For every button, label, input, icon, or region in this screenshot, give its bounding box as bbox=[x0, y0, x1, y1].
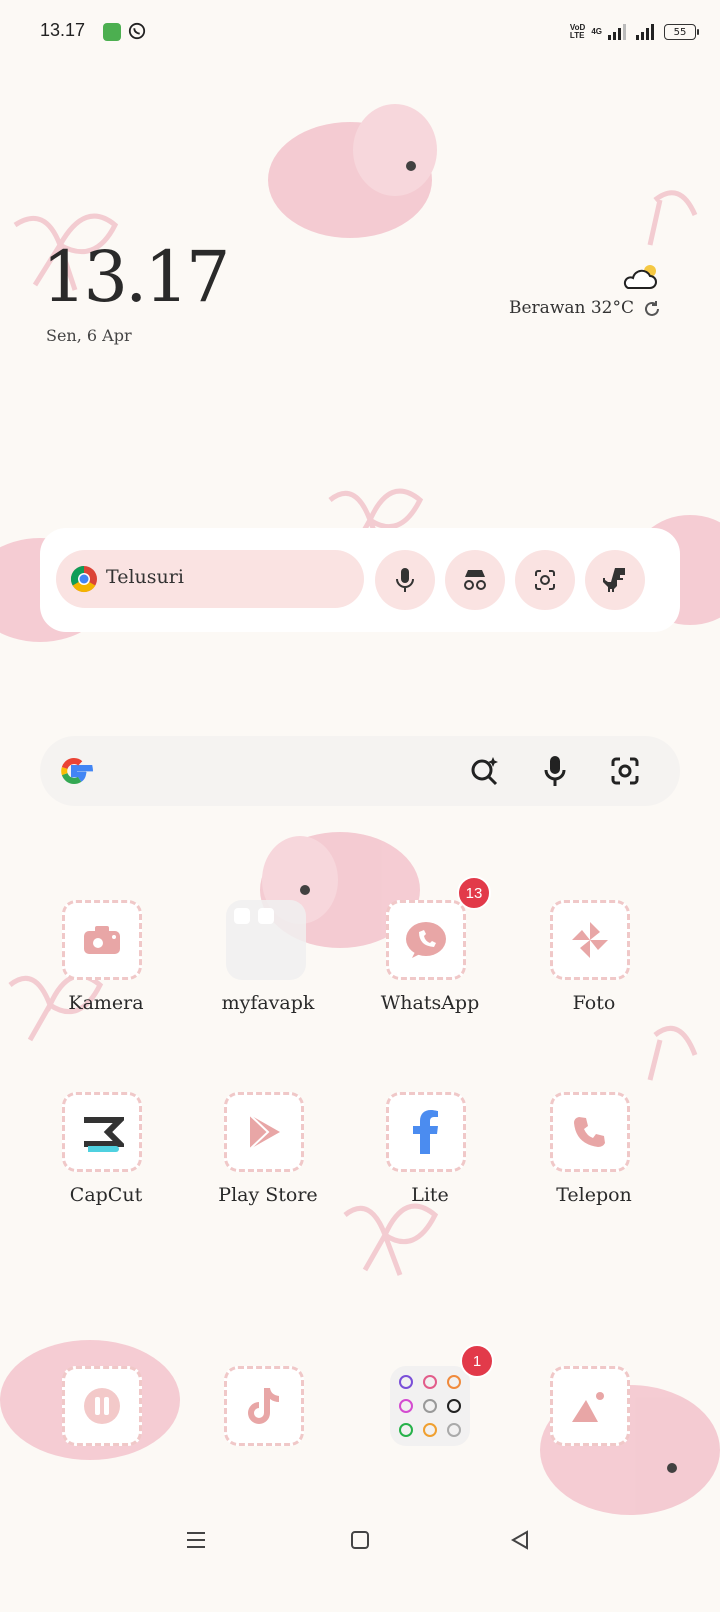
app-tile bbox=[386, 900, 466, 980]
google-icon bbox=[61, 757, 93, 785]
app-whatsapp[interactable]: 13 WhatsApp bbox=[350, 876, 510, 1070]
app-tile bbox=[550, 1092, 630, 1172]
status-bar: 13.17 VoD LTE 4G 55 bbox=[0, 0, 720, 64]
lens-icon bbox=[611, 757, 639, 785]
app-label: myfavapk bbox=[221, 992, 315, 1014]
menu-icon bbox=[187, 1532, 205, 1548]
app-label: Telepon bbox=[556, 1184, 632, 1206]
app-capcut[interactable]: CapCut bbox=[26, 1092, 186, 1262]
app-kamera[interactable]: Kamera bbox=[26, 900, 186, 1070]
dock-app-gallery[interactable] bbox=[514, 1366, 674, 1450]
dino-icon bbox=[603, 568, 625, 592]
play-store-icon bbox=[249, 1114, 280, 1150]
app-telepon[interactable]: Telepon bbox=[514, 1092, 674, 1262]
app-label: Kamera bbox=[68, 992, 144, 1014]
chrome-widget: Telusuri bbox=[40, 528, 680, 632]
pause-icon bbox=[84, 1388, 120, 1424]
app-tile bbox=[550, 900, 630, 980]
app-myfavapk-folder[interactable]: myfavapk bbox=[188, 900, 348, 1070]
back-icon bbox=[510, 1530, 528, 1550]
refresh-icon[interactable] bbox=[643, 300, 661, 318]
whatsapp-notification-icon bbox=[128, 22, 146, 40]
chrome-incognito-button[interactable] bbox=[445, 550, 505, 610]
signal-icon-2 bbox=[636, 24, 654, 40]
telegram-icon bbox=[234, 908, 250, 924]
app-label: WhatsApp bbox=[380, 992, 480, 1014]
dock-folder[interactable]: 1 bbox=[350, 1344, 510, 1450]
messages-notification-icon bbox=[103, 23, 121, 41]
clock-time[interactable]: 13.17 bbox=[42, 236, 230, 318]
whatsapp-notification-badge: 13 bbox=[457, 876, 491, 910]
folder-icon bbox=[390, 1366, 470, 1446]
app-tile bbox=[224, 1092, 304, 1172]
chrome-icon bbox=[70, 565, 97, 593]
app-label: Lite bbox=[411, 1184, 449, 1206]
app-tile bbox=[62, 900, 142, 980]
folder-contents bbox=[399, 1375, 461, 1437]
weather-text[interactable]: Berawan 32°C bbox=[509, 298, 634, 318]
chrome-dino-button[interactable] bbox=[585, 550, 645, 610]
whatsapp-icon bbox=[406, 922, 446, 958]
folder-icon bbox=[226, 900, 306, 980]
navigation-bar bbox=[0, 1500, 720, 1570]
lens-icon bbox=[535, 570, 555, 590]
mic-icon bbox=[544, 756, 566, 786]
back-button[interactable] bbox=[500, 1520, 540, 1560]
folder-notification-badge: 1 bbox=[460, 1344, 494, 1378]
app-play-store[interactable]: Play Store bbox=[188, 1092, 348, 1262]
cloudy-weather-icon bbox=[623, 265, 657, 289]
status-indicators: VoD LTE 4G 55 bbox=[569, 20, 699, 44]
chrome-voice-button[interactable] bbox=[375, 550, 435, 610]
incognito-icon bbox=[464, 570, 486, 590]
app-tile bbox=[62, 1366, 142, 1446]
camera-icon bbox=[84, 926, 120, 954]
chrome-search-bar[interactable]: Telusuri bbox=[56, 550, 364, 608]
chrome-search-label: Telusuri bbox=[106, 566, 184, 588]
clock-date[interactable]: Sen, 6 Apr bbox=[46, 326, 132, 345]
recents-button[interactable] bbox=[176, 1520, 216, 1560]
app-foto[interactable]: Foto bbox=[514, 900, 674, 1070]
network-type: 4G bbox=[591, 27, 602, 36]
app-facebook-lite[interactable]: Lite bbox=[350, 1092, 510, 1262]
gallery-icon bbox=[572, 1392, 604, 1422]
mic-icon bbox=[396, 568, 414, 592]
chrome-lens-button[interactable] bbox=[515, 550, 575, 610]
home-icon bbox=[351, 1531, 369, 1549]
lens-search-button[interactable] bbox=[604, 750, 646, 792]
pinwheel-icon bbox=[572, 922, 608, 958]
capcut-icon bbox=[84, 1117, 124, 1152]
dock-app-tiktok[interactable] bbox=[188, 1366, 348, 1450]
home-button[interactable] bbox=[340, 1520, 380, 1560]
battery-indicator: 55 bbox=[664, 24, 699, 40]
status-time: 13.17 bbox=[40, 20, 86, 40]
phone-icon bbox=[574, 1117, 605, 1147]
app-tile bbox=[62, 1092, 142, 1172]
ai-search-button[interactable] bbox=[464, 750, 506, 792]
app-label: Foto bbox=[572, 992, 616, 1014]
app-tile bbox=[224, 1366, 304, 1446]
app-label: Play Store bbox=[218, 1184, 318, 1206]
tiktok-icon bbox=[248, 1388, 279, 1424]
facebook-icon bbox=[413, 1110, 438, 1154]
app-tile bbox=[386, 1092, 466, 1172]
signal-icon bbox=[608, 24, 626, 40]
app-mini-icon bbox=[258, 908, 274, 924]
voice-search-button[interactable] bbox=[534, 750, 576, 792]
dock-app-pause[interactable] bbox=[26, 1366, 186, 1450]
google-search-bar[interactable] bbox=[40, 736, 680, 806]
ai-search-icon bbox=[471, 757, 498, 786]
app-tile bbox=[550, 1366, 630, 1446]
app-label: CapCut bbox=[69, 1184, 143, 1206]
volte-indicator: VoD LTE bbox=[569, 23, 586, 40]
